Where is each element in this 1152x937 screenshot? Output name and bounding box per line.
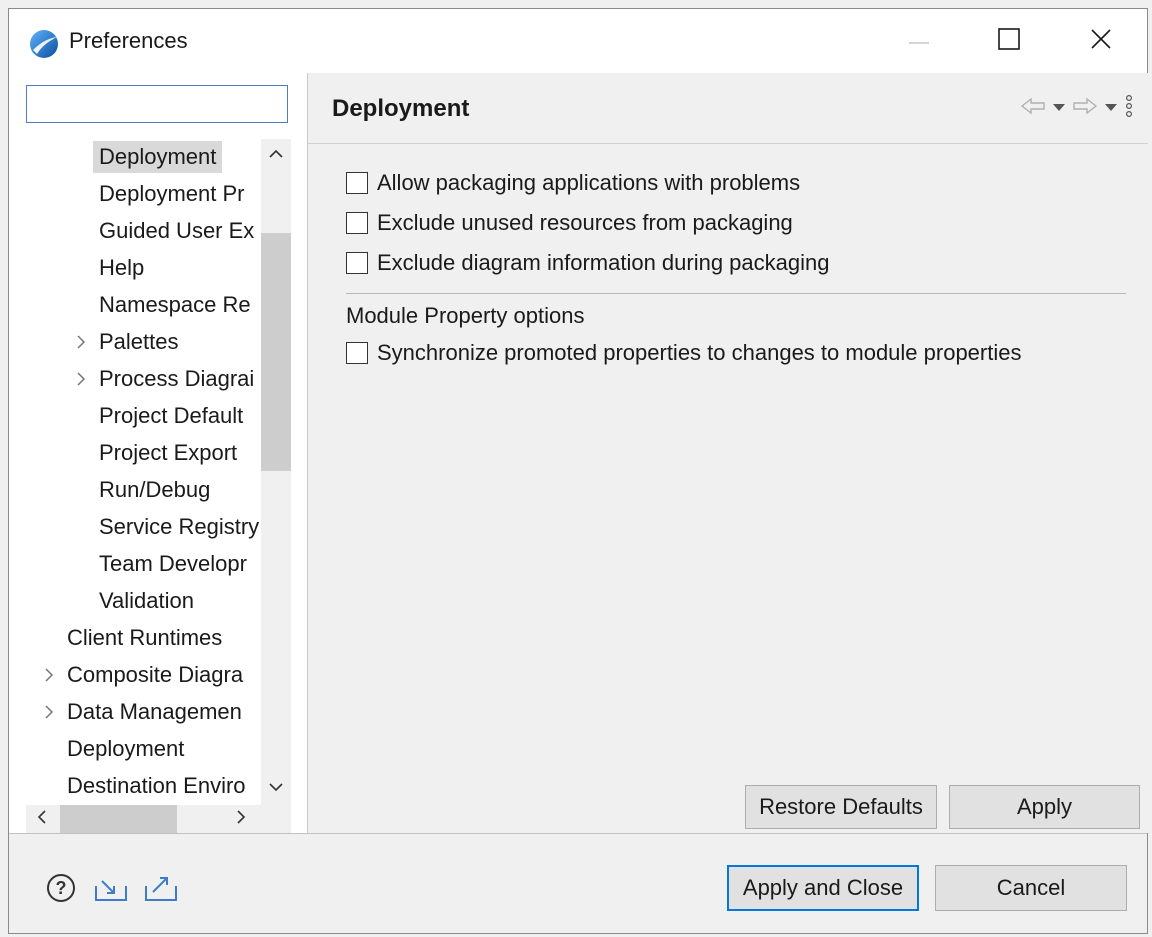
close-button[interactable] xyxy=(1071,9,1131,73)
maximize-icon xyxy=(998,27,1020,55)
tree-item[interactable]: Validation xyxy=(9,585,261,617)
footer-separator xyxy=(9,833,1147,834)
tree-item[interactable]: Project Default xyxy=(9,400,261,432)
tree-item-label: Composite Diagra xyxy=(67,662,244,687)
tree-horizontal-scrollbar[interactable] xyxy=(26,805,291,833)
tree-item[interactable]: Destination Enviro xyxy=(9,770,261,802)
tree-item[interactable]: Service Registry xyxy=(9,511,261,543)
tree-item-label: Deployment xyxy=(67,736,185,761)
tree-item[interactable]: Guided User Ex xyxy=(9,215,261,247)
title-bar[interactable]: Preferences xyxy=(9,9,1147,73)
minimize-button[interactable] xyxy=(889,9,949,73)
tree-item-label: Project Default xyxy=(99,403,244,428)
minimize-icon xyxy=(909,32,929,50)
svg-text:?: ? xyxy=(56,878,67,898)
tree-item-label: Help xyxy=(99,255,145,280)
exclude-unused-resources-checkbox[interactable] xyxy=(346,212,368,234)
option-label: Synchronize promoted properties to chang… xyxy=(377,340,1022,365)
tree-expand-chevron-icon[interactable] xyxy=(73,326,89,358)
tree-item-label: Palettes xyxy=(99,329,179,354)
tree-item[interactable]: Help xyxy=(9,252,261,284)
tree-item[interactable]: Data Managemen xyxy=(9,696,261,728)
close-icon xyxy=(1090,28,1112,55)
tree-item-label: Deployment xyxy=(93,141,223,173)
export-icon[interactable] xyxy=(143,871,179,905)
preference-tree-pane: Deployment Deployment Pr Guided User Ex Hel… xyxy=(9,73,308,833)
tree-item-label: Guided User Ex xyxy=(99,218,255,243)
maximize-button[interactable] xyxy=(979,9,1039,73)
back-arrow-icon[interactable] xyxy=(1020,97,1046,120)
back-history-dropdown-icon[interactable] xyxy=(1052,99,1066,117)
tree-item[interactable]: Namespace Re xyxy=(9,289,261,321)
tree-item[interactable]: Deployment xyxy=(9,141,261,173)
tree-expand-chevron-icon[interactable] xyxy=(41,659,57,691)
window-title: Preferences xyxy=(69,28,188,53)
tree-item[interactable]: Deployment xyxy=(9,733,261,765)
tree-scroll-thumb[interactable] xyxy=(261,233,291,471)
tree-item[interactable]: Deployment Pr xyxy=(9,178,261,210)
group-separator xyxy=(346,293,1126,294)
tree-item-label: Data Managemen xyxy=(67,699,242,724)
tree-item[interactable]: Composite Diagra xyxy=(9,659,261,691)
filter-input[interactable] xyxy=(26,85,288,123)
scroll-up-button[interactable] xyxy=(261,139,291,169)
help-icon[interactable]: ? xyxy=(45,871,77,905)
chevron-left-icon xyxy=(37,809,46,829)
chevron-right-icon xyxy=(236,809,246,829)
tree-item[interactable]: Project Export xyxy=(9,437,261,469)
scroll-left-button[interactable] xyxy=(26,805,56,833)
exclude-unused-resources-option[interactable]: Exclude unused resources from packaging xyxy=(346,207,793,239)
apply-and-close-button[interactable]: Apply and Close xyxy=(727,865,919,911)
allow-packaging-with-problems-option[interactable]: Allow packaging applications with proble… xyxy=(346,167,800,199)
import-icon[interactable] xyxy=(93,871,129,905)
tree-item[interactable]: Palettes xyxy=(9,326,261,358)
tree-item[interactable]: Team Developr xyxy=(9,548,261,580)
option-label: Exclude unused resources from packaging xyxy=(377,210,793,235)
restore-defaults-button[interactable]: Restore Defaults xyxy=(745,785,937,829)
tree-item-label: Process Diagrai xyxy=(99,366,255,391)
synchronize-promoted-properties-checkbox[interactable] xyxy=(346,342,368,364)
tree-item-label: Validation xyxy=(99,588,194,613)
tree-expand-chevron-icon[interactable] xyxy=(41,696,57,728)
synchronize-promoted-properties-option[interactable]: Synchronize promoted properties to chang… xyxy=(346,337,1021,369)
preference-page: Deployment Allow packaging applications … xyxy=(308,73,1148,833)
option-label: Exclude diagram information during packa… xyxy=(377,250,830,275)
view-menu-icon[interactable] xyxy=(1124,94,1134,123)
option-label: Allow packaging applications with proble… xyxy=(377,170,801,195)
allow-packaging-with-problems-checkbox[interactable] xyxy=(346,172,368,194)
tree-item-label: Service Registry xyxy=(99,514,260,539)
exclude-diagram-information-checkbox[interactable] xyxy=(346,252,368,274)
page-title: Deployment xyxy=(332,95,470,122)
tree-item[interactable]: Run/Debug xyxy=(9,474,261,506)
tree-item[interactable]: Client Runtimes xyxy=(9,622,261,654)
tree-item-label: Team Developr xyxy=(99,551,247,576)
exclude-diagram-information-option[interactable]: Exclude diagram information during packa… xyxy=(346,247,829,279)
page-navigation xyxy=(1020,94,1134,123)
tree-item-label: Run/Debug xyxy=(99,477,211,502)
chevron-up-icon xyxy=(269,145,283,163)
tree-item-label: Project Export xyxy=(99,440,238,465)
tree-expand-chevron-icon[interactable] xyxy=(73,363,89,395)
tree-item-label: Client Runtimes xyxy=(67,625,223,650)
forward-arrow-icon[interactable] xyxy=(1072,97,1098,120)
tree-vertical-scrollbar[interactable] xyxy=(261,139,291,805)
tree-item-label: Namespace Re xyxy=(99,292,251,317)
title-separator xyxy=(308,143,1148,144)
eclipse-app-icon xyxy=(29,29,59,59)
forward-history-dropdown-icon[interactable] xyxy=(1104,99,1118,117)
scroll-right-button[interactable] xyxy=(226,805,256,833)
tree-hscroll-thumb[interactable] xyxy=(60,805,177,833)
tree-item[interactable]: Process Diagrai xyxy=(9,363,261,395)
module-property-group-label: Module Property options xyxy=(346,303,585,328)
preference-tree: Deployment Deployment Pr Guided User Ex Hel… xyxy=(9,139,261,805)
scroll-down-button[interactable] xyxy=(261,773,291,803)
apply-button[interactable]: Apply xyxy=(949,785,1140,829)
tree-item-label: Destination Enviro xyxy=(67,773,246,798)
tree-item-label: Deployment Pr xyxy=(99,181,245,206)
preferences-window: Preferences Deployment Deployment Pr Guide… xyxy=(8,8,1148,934)
chevron-down-icon xyxy=(269,779,283,797)
cancel-button[interactable]: Cancel xyxy=(935,865,1127,911)
